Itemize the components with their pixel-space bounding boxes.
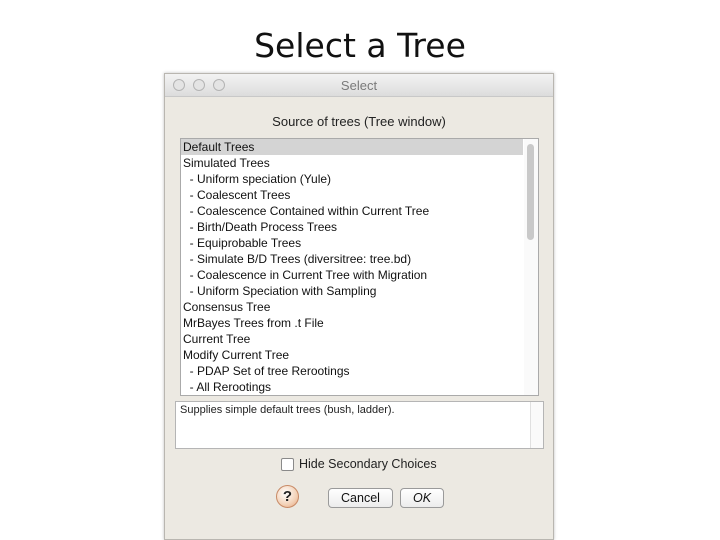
scrollbar-thumb[interactable] — [527, 144, 534, 240]
list-item[interactable]: - Coalescence Contained within Current T… — [181, 203, 523, 219]
list-item[interactable]: MrBayes Trees from .t File — [181, 315, 523, 331]
window-titlebar[interactable]: Select — [165, 74, 553, 97]
description-text: Supplies simple default trees (bush, lad… — [180, 404, 395, 416]
list-item[interactable]: - Simulate B/D Trees (diversitree: tree.… — [181, 251, 523, 267]
help-button[interactable]: ? — [276, 485, 299, 508]
list-item[interactable]: - Coalescence in Current Tree with Migra… — [181, 267, 523, 283]
list-item[interactable]: Default Trees — [181, 139, 523, 155]
window-title: Select — [340, 78, 378, 93]
description-box: Supplies simple default trees (bush, lad… — [175, 401, 544, 449]
list-item[interactable]: - All Rerootings — [181, 379, 523, 395]
description-scrollbar[interactable] — [530, 402, 543, 448]
hide-secondary-label[interactable]: Hide Secondary Choices — [299, 457, 437, 471]
list-item[interactable]: - Uniform Speciation with Sampling — [181, 283, 523, 299]
tree-source-list[interactable]: Default Trees Simulated Trees - Uniform s… — [180, 138, 539, 396]
hide-secondary-checkbox[interactable] — [281, 458, 294, 472]
list-item[interactable]: - Birth/Death Process Trees — [181, 219, 523, 235]
ok-button[interactable]: OK — [400, 488, 444, 508]
list-item[interactable]: - Coalescent Trees — [181, 187, 523, 203]
list-item[interactable]: Current Tree — [181, 331, 523, 347]
list-scrollbar[interactable] — [524, 139, 538, 395]
list-item[interactable]: Consensus Tree — [181, 299, 523, 315]
list-item[interactable]: - Uniform speciation (Yule) — [181, 171, 523, 187]
list-item[interactable]: - Equiprobable Trees — [181, 235, 523, 251]
source-header: Source of trees (Tree window) — [272, 114, 446, 129]
cancel-button[interactable]: Cancel — [328, 488, 393, 508]
hide-secondary-row[interactable]: Hide Secondary Choices — [281, 457, 437, 473]
slide-title: Select a Tree — [254, 26, 466, 65]
list-item[interactable]: - PDAP Set of tree Rerootings — [181, 363, 523, 379]
list-items-container: Default Trees Simulated Trees - Uniform s… — [181, 139, 538, 395]
list-item[interactable]: Simulated Trees — [181, 155, 523, 171]
select-dialog: Select Source of trees (Tree window) Def… — [164, 73, 554, 540]
list-item[interactable]: Modify Current Tree — [181, 347, 523, 363]
